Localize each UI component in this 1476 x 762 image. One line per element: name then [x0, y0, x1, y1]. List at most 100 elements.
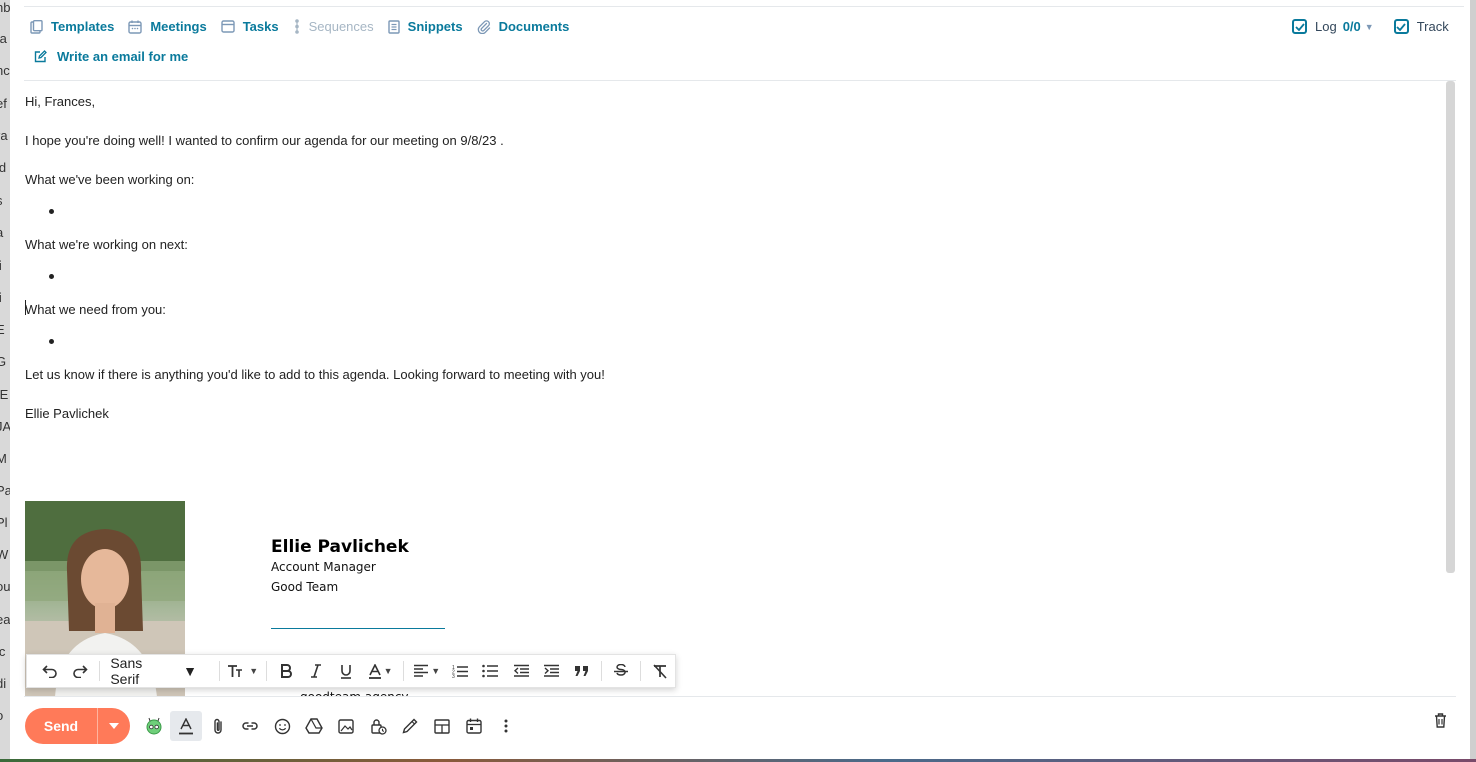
tasks-button[interactable]: Tasks	[220, 19, 279, 34]
background-text: E	[0, 322, 5, 337]
underline-button[interactable]	[331, 657, 361, 685]
blockquote-button[interactable]	[566, 657, 596, 685]
link-icon	[242, 722, 258, 730]
background-text: M	[0, 451, 7, 466]
indent-button[interactable]	[536, 657, 566, 685]
strikethrough-button[interactable]	[606, 657, 636, 685]
toolbar-divider	[402, 661, 404, 681]
email-intro: I hope you're doing well! I wanted to co…	[25, 133, 504, 148]
chevron-down-icon[interactable]: ▼	[1365, 22, 1374, 32]
documents-label: Documents	[498, 19, 570, 34]
background-text: ra	[0, 128, 8, 143]
email-composer: Templates Meetings Tasks Sequences Snipp…	[10, 0, 1470, 759]
discard-draft-button[interactable]	[1434, 713, 1447, 733]
undo-icon	[42, 665, 57, 678]
more-options-button[interactable]	[490, 711, 522, 741]
log-toggle[interactable]: Log 0/0 ▼	[1292, 19, 1374, 34]
background-text: Pa	[0, 483, 10, 498]
insert-template-layout-button[interactable]	[426, 711, 458, 741]
send-button[interactable]: Send	[25, 718, 97, 734]
email-section-working-on: What we've been working on:	[25, 172, 195, 187]
redo-button[interactable]	[65, 657, 95, 685]
format-text-button[interactable]	[170, 711, 202, 741]
outdent-icon	[513, 664, 529, 677]
bold-icon	[280, 664, 292, 678]
checkbox-checked-icon	[1292, 19, 1307, 34]
text-size-icon	[228, 665, 243, 677]
templates-icon	[30, 19, 43, 34]
redo-icon	[73, 665, 88, 678]
undo-button[interactable]	[35, 657, 65, 685]
text-format-icon	[179, 717, 193, 734]
send-options-button[interactable]	[98, 708, 130, 744]
font-family-value: Sans Serif	[110, 655, 143, 687]
snippets-button[interactable]: Snippets	[387, 19, 463, 34]
align-button[interactable]: ▼	[408, 657, 446, 685]
svg-text:3: 3	[452, 674, 455, 678]
write-email-ai-button[interactable]: Write an email for me	[34, 49, 188, 64]
google-drive-button[interactable]	[298, 711, 330, 741]
signature-company: Good Team	[271, 580, 339, 594]
background-text: li	[0, 290, 2, 305]
background-text: ic	[0, 644, 6, 659]
calendar-icon	[466, 718, 482, 734]
send-button-group: Send	[25, 708, 130, 744]
email-greeting: Hi, Frances,	[25, 94, 96, 109]
ai-assistant-button[interactable]	[138, 711, 170, 741]
clear-formatting-icon	[653, 663, 667, 679]
signature-button[interactable]	[394, 711, 426, 741]
font-family-select[interactable]: Sans Serif ▼	[110, 655, 209, 687]
track-toggle[interactable]: Track	[1393, 19, 1449, 34]
log-count: 0/0	[1342, 19, 1361, 34]
logging-controls: Log 0/0 ▼ Track	[1292, 19, 1449, 34]
background-text: IE	[0, 387, 9, 402]
toolbar-divider	[99, 661, 101, 681]
list-bullet	[49, 339, 54, 344]
email-section-need: What we need from you:	[25, 302, 166, 317]
snippets-label: Snippets	[407, 19, 463, 34]
insert-link-button[interactable]	[234, 711, 266, 741]
write-email-ai-label: Write an email for me	[57, 49, 189, 64]
outdent-button[interactable]	[506, 657, 536, 685]
background-text: W	[0, 547, 9, 562]
italic-icon	[310, 664, 321, 678]
body-scrollbar[interactable]	[1446, 81, 1455, 573]
chevron-down-icon: ▼	[383, 666, 393, 676]
background-text: o	[0, 708, 3, 723]
text-color-button[interactable]: ▼	[361, 657, 399, 685]
attach-file-button[interactable]	[202, 711, 234, 741]
ai-assistant-icon	[146, 717, 162, 735]
emoji-icon	[274, 718, 290, 734]
insert-image-button[interactable]	[330, 711, 362, 741]
header-divider	[24, 80, 1456, 81]
meeting-link-button[interactable]	[458, 711, 490, 741]
emoji-button[interactable]	[266, 711, 298, 741]
toolbar-divider	[265, 661, 267, 681]
sequences-button[interactable]: Sequences	[293, 19, 374, 34]
documents-button[interactable]: Documents	[477, 19, 570, 34]
quote-icon	[574, 666, 588, 676]
toolbar-divider	[639, 661, 641, 681]
background-text: Pl	[0, 515, 8, 530]
numbered-list-icon: 123	[452, 665, 469, 678]
chevron-down-icon: ▼	[249, 666, 259, 676]
templates-button[interactable]: Templates	[30, 19, 114, 34]
font-size-button[interactable]: ▼	[224, 657, 262, 685]
background-text: di	[0, 676, 7, 691]
meetings-button[interactable]: Meetings	[128, 19, 207, 34]
numbered-list-button[interactable]: 123	[446, 657, 476, 685]
background-text: nc	[0, 63, 10, 78]
indent-icon	[543, 664, 559, 677]
background-text: JA	[0, 419, 10, 434]
background-text: ef	[0, 96, 7, 111]
paperclip-icon	[477, 19, 490, 34]
italic-button[interactable]	[301, 657, 331, 685]
clear-formatting-button[interactable]	[645, 657, 675, 685]
secure-content-button[interactable]	[362, 711, 394, 741]
bulleted-list-button[interactable]	[476, 657, 506, 685]
toolbar-divider	[600, 661, 602, 681]
top-divider	[24, 6, 1464, 7]
more-vertical-icon	[504, 719, 508, 733]
bold-button[interactable]	[271, 657, 301, 685]
email-closing: Let us know if there is anything you'd l…	[25, 367, 605, 382]
